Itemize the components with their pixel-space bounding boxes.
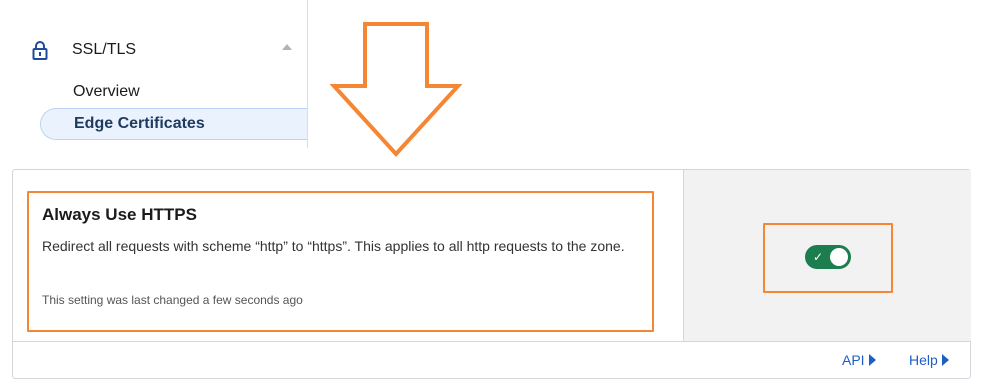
down-arrow-annotation-icon [330, 22, 462, 157]
api-link[interactable]: API [842, 352, 876, 368]
setting-card-footer: API Help [13, 341, 970, 379]
caret-up-icon[interactable] [282, 44, 292, 50]
sidebar-item-overview[interactable]: Overview [40, 76, 307, 108]
sidebar-group-label: SSL/TLS [72, 41, 137, 58]
check-icon: ✓ [813, 250, 824, 264]
caret-right-icon [941, 354, 949, 366]
lock-icon [32, 41, 48, 60]
annotation-highlight-description [27, 191, 654, 332]
help-link-label: Help [909, 352, 938, 368]
help-link[interactable]: Help [909, 352, 949, 368]
setting-card-always-use-https: Always Use HTTPS Redirect all requests w… [12, 169, 971, 379]
sidebar-group-ssl-tls[interactable]: SSL/TLS [0, 30, 307, 66]
caret-right-icon [868, 354, 876, 366]
toggle-knob [830, 248, 848, 266]
api-link-label: API [842, 352, 865, 368]
always-use-https-toggle[interactable]: ✓ [805, 245, 851, 269]
sidebar-item-edge-certificates[interactable]: Edge Certificates [40, 108, 307, 140]
sidebar-nav: SSL/TLS Overview Edge Certificates [0, 0, 308, 148]
page: SSL/TLS Overview Edge Certificates Alway… [0, 0, 982, 390]
